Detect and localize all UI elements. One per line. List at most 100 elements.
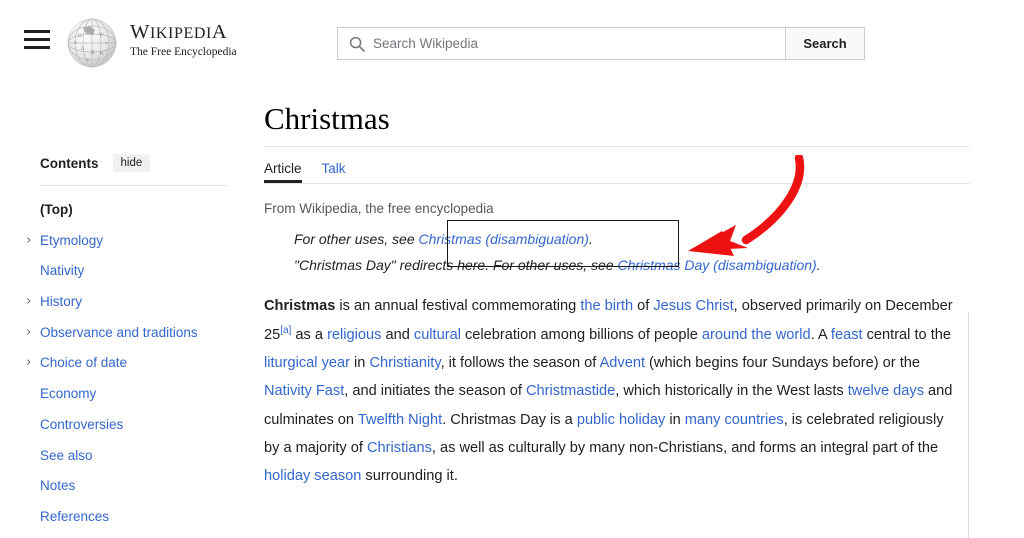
tab-talk[interactable]: Talk <box>322 161 346 183</box>
lead-link[interactable]: Christians <box>367 440 432 456</box>
toc-item-label: References <box>40 508 110 524</box>
lead-link[interactable]: cultural <box>414 327 461 343</box>
toc-item-choice-of-date[interactable]: › Choice of date <box>0 348 240 379</box>
lead-text: as a <box>291 326 328 343</box>
lead-text: (which begins four Sundays before) or th… <box>645 354 921 371</box>
site-header: Ω Я W ר Δ あ म α א WIKIPEDIA The Free Enc… <box>0 0 1024 86</box>
chevron-right-icon[interactable]: › <box>22 226 36 257</box>
lead-link[interactable]: Twelfth Night <box>358 412 442 428</box>
lead-link[interactable]: many countries <box>685 412 784 428</box>
lead-bold-term: Christmas <box>264 298 336 315</box>
hatnote-2-suffix: . <box>816 257 821 274</box>
toc-header: Contents hide <box>0 150 240 176</box>
lead-link[interactable]: Christianity <box>369 355 440 371</box>
toc-item-etymology[interactable]: › Etymology <box>0 226 240 257</box>
lead-text: . Christmas Day is a <box>442 411 577 428</box>
svg-text:Ω: Ω <box>78 34 82 39</box>
toc-item-notes[interactable]: Notes <box>0 471 240 502</box>
lead-text: , as well as culturally by many non-Chri… <box>431 439 939 456</box>
wordmark-text: WIKIPEDIA <box>130 21 228 43</box>
toc-hide-button[interactable]: hide <box>112 154 151 172</box>
lead-link[interactable]: the birth <box>580 298 633 314</box>
lead-text: and <box>381 326 414 343</box>
toc-item-nativity[interactable]: Nativity <box>0 256 240 287</box>
footnote-marker[interactable]: [a] <box>280 325 291 336</box>
svg-text:W: W <box>99 33 104 38</box>
lead-link[interactable]: Nativity Fast <box>264 383 344 399</box>
lead-link[interactable]: Christmastide <box>526 383 615 399</box>
chevron-right-icon[interactable]: › <box>22 348 36 379</box>
toc-item-economy[interactable]: Economy <box>0 379 240 410</box>
lead-link[interactable]: public holiday <box>577 412 665 428</box>
link-christmas-disambiguation[interactable]: Christmas (disambiguation) <box>419 231 589 247</box>
lead-link[interactable]: around the world <box>702 327 811 343</box>
toc-item-observance-and-traditions[interactable]: › Observance and traditions <box>0 318 240 349</box>
wordmark-smallcaps: IKIPEDI <box>149 25 212 42</box>
toc-item-label: Observance and traditions <box>40 324 198 340</box>
lead-link[interactable]: religious <box>327 327 381 343</box>
lead-link[interactable]: twelve days <box>848 383 924 399</box>
toc-item-label: (Top) <box>40 202 73 217</box>
lead-link[interactable]: Jesus Christ <box>653 298 733 314</box>
toc-item-label: Notes <box>40 478 76 494</box>
hamburger-menu-icon[interactable] <box>24 30 50 50</box>
lead-link[interactable]: liturgical year <box>264 355 350 371</box>
hatnote-2-prefix: "Christmas Day" redirects here. For othe… <box>294 257 618 274</box>
toc-item-label: History <box>40 294 83 310</box>
page-title: Christmas <box>264 101 390 136</box>
infobox-left-border <box>968 312 969 538</box>
toc-item-label: Nativity <box>40 263 85 279</box>
search-bar: Search <box>337 27 865 60</box>
toc-item-label: See also <box>40 447 93 463</box>
lead-text: , and initiates the season of <box>344 383 527 400</box>
wordmark-tagline: The Free Encyclopedia <box>130 45 237 58</box>
lead-text: is an annual festival commemorating <box>335 298 581 315</box>
lead-text: in <box>665 411 685 428</box>
toc-divider <box>40 185 228 186</box>
wikipedia-globe-logo[interactable]: Ω Я W ר Δ あ म α א <box>66 17 118 69</box>
lead-text: central to the <box>862 326 951 343</box>
toc-title: Contents <box>40 155 99 171</box>
hatnote-redirect: "Christmas Day" redirects here. For othe… <box>294 255 970 275</box>
hatnote-disambiguation: For other uses, see Christmas (disambigu… <box>294 229 970 249</box>
toc-list: (Top) › Etymology Nativity › History › Observan… <box>0 195 240 533</box>
hatnote-1-prefix: For other uses, see <box>294 230 419 247</box>
toc-item-top[interactable]: (Top) <box>0 195 240 226</box>
svg-text:あ: あ <box>90 50 95 56</box>
toc-item-history[interactable]: › History <box>0 287 240 318</box>
link-christmas-day-disambiguation[interactable]: Christmas Day (disambiguation) <box>618 257 817 273</box>
article-tabs: Article Talk <box>264 151 970 183</box>
lead-text: , it follows the season of <box>440 354 600 371</box>
lead-link[interactable]: feast <box>831 327 863 343</box>
lead-text: surrounding it. <box>361 468 458 485</box>
article-content: Christmas Article Talk From Wikipedia, t… <box>264 100 970 505</box>
toc-item-references[interactable]: References <box>0 502 240 533</box>
lead-text: celebration among billions of people <box>460 326 702 343</box>
title-divider <box>264 145 970 147</box>
lead-paragraph: Christmas is an annual festival commemor… <box>264 292 954 490</box>
svg-text:א: א <box>74 41 77 46</box>
chevron-right-icon[interactable]: › <box>22 287 36 318</box>
lead-text: of <box>633 298 654 315</box>
search-icon <box>349 36 365 52</box>
lead-text: . A <box>810 326 831 343</box>
toc-item-label: Controversies <box>40 416 124 432</box>
search-button[interactable]: Search <box>785 27 865 60</box>
lead-link[interactable]: Advent <box>600 355 645 371</box>
lead-text: , which historically in the West lasts <box>615 383 848 400</box>
toc-item-label: Choice of date <box>40 355 128 371</box>
from-wikipedia-line: From Wikipedia, the free encyclopedia <box>264 200 494 216</box>
toc-item-see-also[interactable]: See also <box>0 441 240 472</box>
tab-article[interactable]: Article <box>264 161 302 183</box>
toc-item-controversies[interactable]: Controversies <box>0 410 240 441</box>
lead-link[interactable]: holiday season <box>264 468 361 484</box>
hatnote-1-suffix: . <box>588 230 593 247</box>
chevron-right-icon[interactable]: › <box>22 318 36 349</box>
search-input-wrapper[interactable] <box>337 27 785 60</box>
wikipedia-article-page: Ω Я W ר Δ あ म α א WIKIPEDIA The Free Enc… <box>0 0 1024 538</box>
toc-item-label: Etymology <box>40 232 104 248</box>
search-input[interactable] <box>338 28 785 59</box>
svg-text:α: α <box>86 58 89 63</box>
tabs-divider <box>264 182 970 184</box>
wikipedia-wordmark[interactable]: WIKIPEDIA The Free Encyclopedia <box>130 21 290 58</box>
